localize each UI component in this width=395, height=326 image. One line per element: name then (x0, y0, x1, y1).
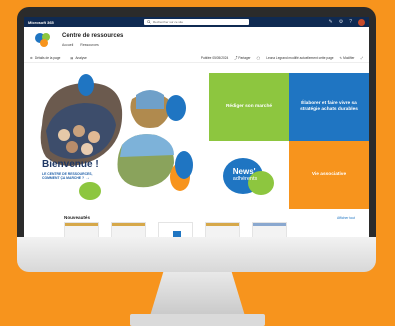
share-label: Partager (238, 56, 251, 60)
modified-by-text: Leona Legrand modifié actuellement cette… (266, 55, 334, 60)
monitor-base (130, 314, 265, 326)
avatar[interactable] (358, 18, 365, 26)
page-details-label: Détails de la page (34, 55, 61, 60)
news-thumbnail[interactable] (64, 222, 99, 237)
tile-label: Rédiger son marché (225, 104, 273, 109)
news-thumbnail[interactable] (158, 222, 193, 237)
analysis-label: Analyse (75, 55, 87, 60)
tile-rediger-marche[interactable]: Rédiger son marché (209, 73, 289, 141)
monitor-chin (17, 237, 376, 272)
tile-news-adherents[interactable]: News' adhérents (209, 141, 289, 209)
news-thumbnail[interactable] (205, 222, 240, 237)
welcome-heading: Bienvenue ! (42, 159, 99, 170)
see-all-link[interactable]: Afficher tout (337, 216, 355, 220)
tile-label: Élaborer et faire vivre sa stratégie ach… (300, 101, 358, 112)
nav-item-ressources[interactable]: Ressources (80, 43, 98, 47)
welcome-link[interactable]: LE CENTRE DE RESSOURCES, COMMENT ÇA MARC… (42, 172, 102, 181)
suite-bar: Microsoft 365 Rechercher sur ce site ✎ ⚙… (24, 17, 369, 27)
analysis-button[interactable]: ▤ Analyse (70, 56, 86, 60)
share-button[interactable]: ⤴ Partager (234, 55, 250, 60)
monitor-stand (150, 272, 245, 316)
tile-news-title: News' (232, 166, 256, 176)
nav-item-accueil[interactable]: Accueil (62, 43, 73, 47)
news-thumbnail[interactable] (252, 222, 287, 237)
published-status: Publiée 05/05/2024 (200, 55, 229, 60)
analytics-icon: ▤ (70, 55, 74, 60)
screen: Microsoft 365 Rechercher sur ce site ✎ ⚙… (24, 17, 369, 237)
tile-vie-associative[interactable]: Vie associative (289, 141, 369, 209)
site-logo[interactable] (34, 32, 52, 48)
tile-strategie-achats[interactable]: Élaborer et faire vivre sa stratégie ach… (289, 73, 369, 141)
edit-label: Modifier (343, 55, 355, 60)
app-brand[interactable]: Microsoft 365 (28, 20, 54, 25)
news-section-title: Nouveautés (64, 215, 91, 220)
news-thumbnail[interactable] (111, 222, 146, 237)
arrow-right-icon: → (85, 175, 91, 182)
help-icon[interactable]: ? (349, 18, 352, 26)
edit-button[interactable]: ✎ Modifier (340, 56, 355, 60)
tile-label: Vie associative (311, 172, 347, 177)
search-icon (147, 20, 151, 24)
site-title: Centre de ressources (62, 33, 124, 39)
pen-icon[interactable]: ✎ (329, 18, 333, 26)
hero-image (40, 74, 193, 200)
editor-avatar-icon: ◯ (256, 55, 261, 60)
gear-icon[interactable]: ⚙ (339, 18, 343, 26)
site-nav: Accueil Ressources (62, 43, 99, 47)
search-placeholder: Rechercher sur ce site (153, 20, 184, 24)
quick-links-grid: Rédiger son marché Élaborer et faire viv… (209, 73, 369, 209)
command-bar: ⚙ Détails de la page ▤ Analyse Publiée 0… (24, 53, 369, 63)
news-list (64, 222, 287, 237)
settings-icon: ⚙ (30, 55, 33, 60)
expand-icon[interactable]: ⤢ (360, 56, 363, 60)
tile-news-subtitle: adhérents (232, 175, 258, 182)
search-input[interactable]: Rechercher sur ce site (144, 19, 249, 25)
page-details-button[interactable]: ⚙ Détails de la page (30, 56, 60, 60)
